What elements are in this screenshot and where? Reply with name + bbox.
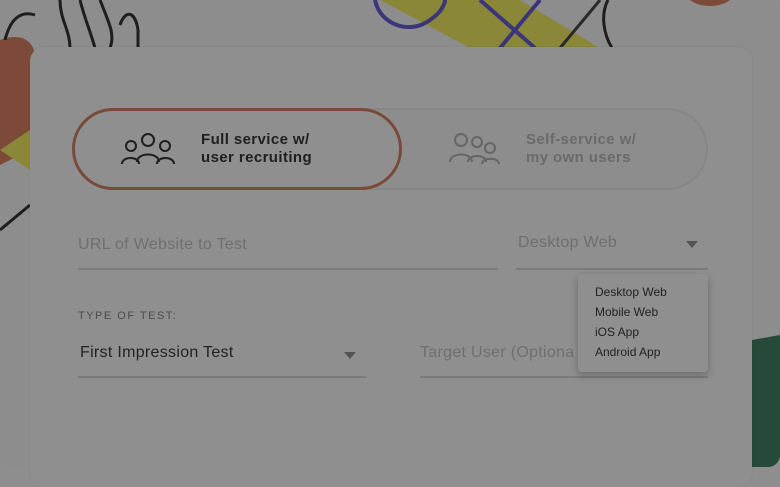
url-input[interactable]: URL of Website to Test [78, 220, 498, 270]
self-service-label: Self-service w/ my own users [526, 131, 637, 166]
target-user-placeholder: Target User (Optiona [420, 344, 575, 361]
full-service-label: Full service w/ user recruiting [201, 131, 313, 166]
test-type-label: TYPE OF TEST: [78, 310, 178, 322]
platform-select[interactable]: Desktop Web [516, 220, 708, 270]
url-placeholder: URL of Website to Test [78, 236, 248, 253]
dropdown-option[interactable]: Android App [578, 342, 708, 362]
self-service-option[interactable]: Self-service w/ my own users [402, 108, 708, 190]
chevron-down-icon [344, 352, 356, 359]
dropdown-option[interactable]: Desktop Web [578, 282, 708, 302]
dropdown-option[interactable]: Mobile Web [578, 302, 708, 322]
full-service-option[interactable]: Full service w/ user recruiting [72, 108, 402, 190]
dropdown-option[interactable]: iOS App [578, 322, 708, 342]
people-group-icon [117, 129, 179, 169]
chevron-down-icon [686, 241, 698, 248]
platform-value: Desktop Web [518, 234, 618, 251]
service-toggle: Full service w/ user recruiting Self-ser… [72, 108, 708, 190]
test-type-select[interactable]: First Impression Test [78, 330, 366, 378]
test-type-value: First Impression Test [80, 344, 234, 361]
people-group-icon [442, 129, 504, 169]
platform-dropdown-menu: Desktop Web Mobile Web iOS App Android A… [578, 274, 708, 372]
